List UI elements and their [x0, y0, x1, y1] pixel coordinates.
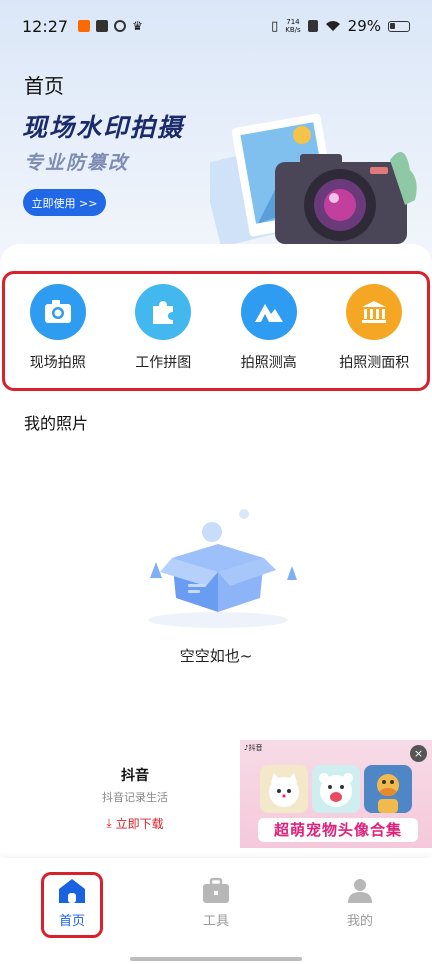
feature-label: 工作拼图 [135, 355, 192, 371]
sync-icon [114, 20, 127, 32]
banner-title: 现场水印拍摄 [22, 113, 185, 142]
nav-tools-label: 工具 [202, 914, 229, 929]
nav-mine[interactable]: 我的 [330, 878, 390, 929]
empty-box-illustration [148, 509, 297, 628]
ad-headline: 超萌宠物头像合集 [258, 818, 418, 842]
user-icon [348, 879, 372, 903]
ad-thumb-duck [364, 765, 412, 813]
ad-download-button[interactable]: ⤓ 立即下载 [106, 815, 163, 832]
nav-mine-label: 我的 [346, 914, 373, 929]
banner-subtitle: 专业防篡改 [24, 152, 130, 174]
feature-site-photo[interactable]: 现场拍照 [8, 284, 108, 372]
box-icon [96, 20, 109, 32]
battery-text: 29% [347, 17, 381, 35]
taobao-icon [78, 20, 91, 32]
sim-icon [307, 20, 318, 32]
feature-measure-area[interactable]: 拍照测面积 [324, 284, 424, 372]
ad-download-label: 立即下载 [115, 817, 164, 831]
home-indicator[interactable] [130, 957, 302, 961]
empty-state-text: 空空如也~ [179, 647, 253, 665]
wifi-icon [325, 21, 340, 31]
ad-banner[interactable]: ♪抖音 × 超萌宠物头像合集 [240, 740, 432, 848]
use-now-button[interactable]: 立即使用 >> [23, 189, 106, 216]
ad-app-info[interactable]: 抖音 抖音记录生活 ⤓ 立即下载 [60, 765, 210, 832]
net-speed: 714 KB/s [285, 18, 301, 34]
nav-tools[interactable]: 工具 [186, 878, 246, 929]
feature-label: 拍照测高 [240, 355, 297, 371]
crown-icon: ♛ [132, 19, 143, 33]
status-time: 12:27 [22, 16, 69, 36]
feature-measure-height[interactable]: 拍照测高 [219, 284, 319, 372]
ad-thumb-cat [260, 765, 308, 813]
camera-illustration [210, 113, 417, 247]
bank-icon [346, 284, 403, 340]
vibrate-icon: ▯ [271, 18, 279, 34]
download-icon: ⤓ [106, 816, 112, 830]
feature-label: 现场拍照 [29, 355, 86, 371]
toolbox-icon [203, 878, 229, 903]
ad-app-desc: 抖音记录生活 [102, 791, 168, 804]
ad-close-button[interactable]: × [410, 745, 427, 762]
my-photos-title: 我的照片 [24, 414, 89, 433]
feature-label: 拍照测面积 [339, 355, 410, 371]
ad-thumb-bear [312, 765, 360, 813]
feature-grid: 现场拍照 工作拼图 拍照测高 拍照测面积 [2, 271, 430, 391]
ad-source-label: ♪抖音 [244, 744, 263, 752]
ad-app-name: 抖音 [121, 768, 149, 784]
page-title: 首页 [24, 74, 64, 98]
nav-home-highlight-box [41, 872, 103, 938]
feature-work-collage[interactable]: 工作拼图 [113, 284, 213, 372]
camera-icon [29, 284, 86, 340]
battery-icon [388, 20, 410, 32]
status-bar: 12:27 ♛ ▯ 714 KB/s 29% [0, 0, 432, 52]
puzzle-icon [135, 284, 192, 340]
mountain-icon [240, 284, 297, 340]
